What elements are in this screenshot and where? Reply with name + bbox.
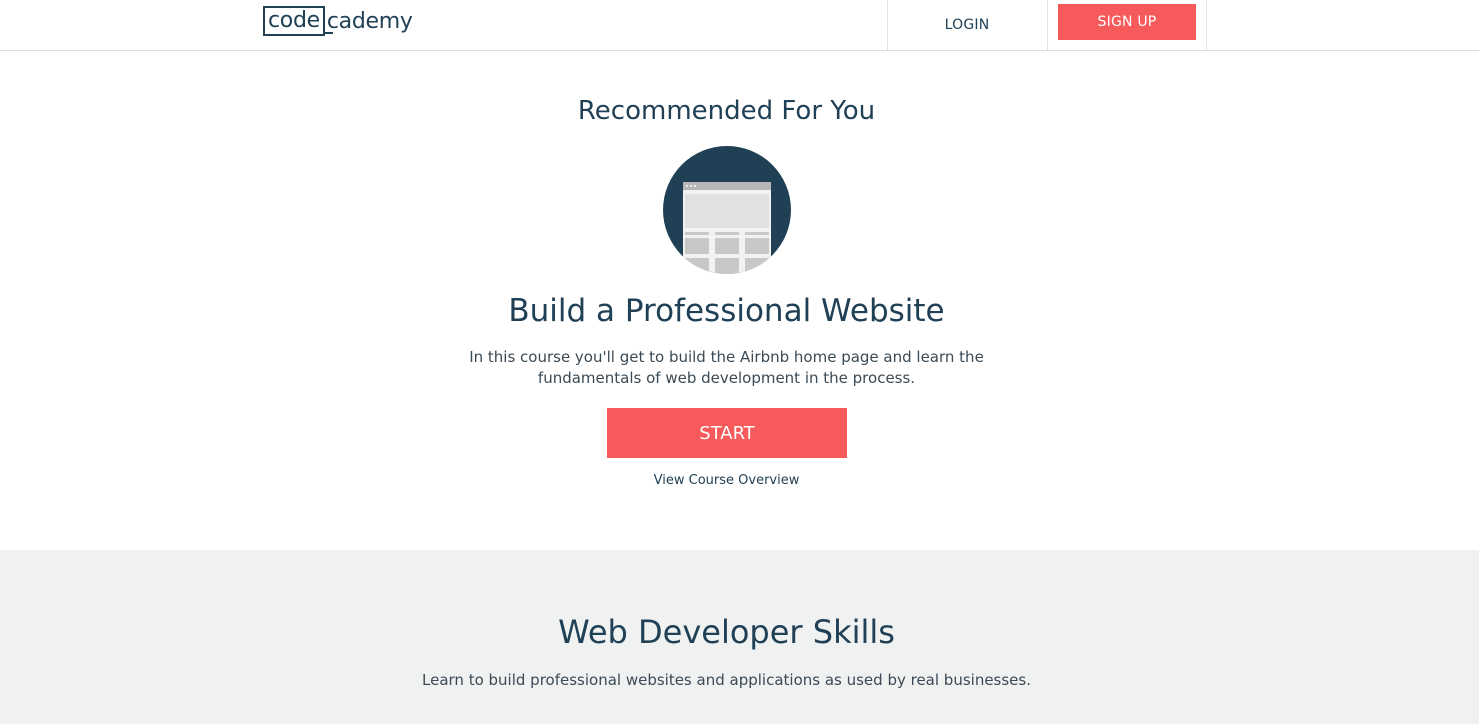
nav-divider (1047, 0, 1048, 50)
codecademy-logo[interactable]: code cademy (263, 6, 413, 36)
skills-heading: Web Developer Skills (558, 613, 895, 651)
browser-window-icon (663, 146, 791, 274)
logo-code-box: code (263, 6, 325, 36)
nav-divider (1206, 0, 1207, 50)
view-course-overview-link[interactable]: View Course Overview (0, 473, 1453, 488)
site-header: code cademy LOGIN SIGN UP (0, 0, 1479, 51)
course-description: In this course you'll get to build the A… (469, 348, 984, 387)
logo-cademy-text: cademy (322, 8, 413, 34)
web-developer-skills-section: Web Developer Skills Learn to build prof… (0, 550, 1479, 724)
login-link[interactable]: LOGIN (888, 0, 1046, 50)
skills-description: Learn to build professional websites and… (422, 671, 1031, 689)
course-title: Build a Professional Website (508, 293, 945, 329)
signup-button[interactable]: SIGN UP (1058, 4, 1196, 40)
start-button[interactable]: START (607, 408, 847, 458)
recommended-heading: Recommended For You (577, 96, 876, 126)
